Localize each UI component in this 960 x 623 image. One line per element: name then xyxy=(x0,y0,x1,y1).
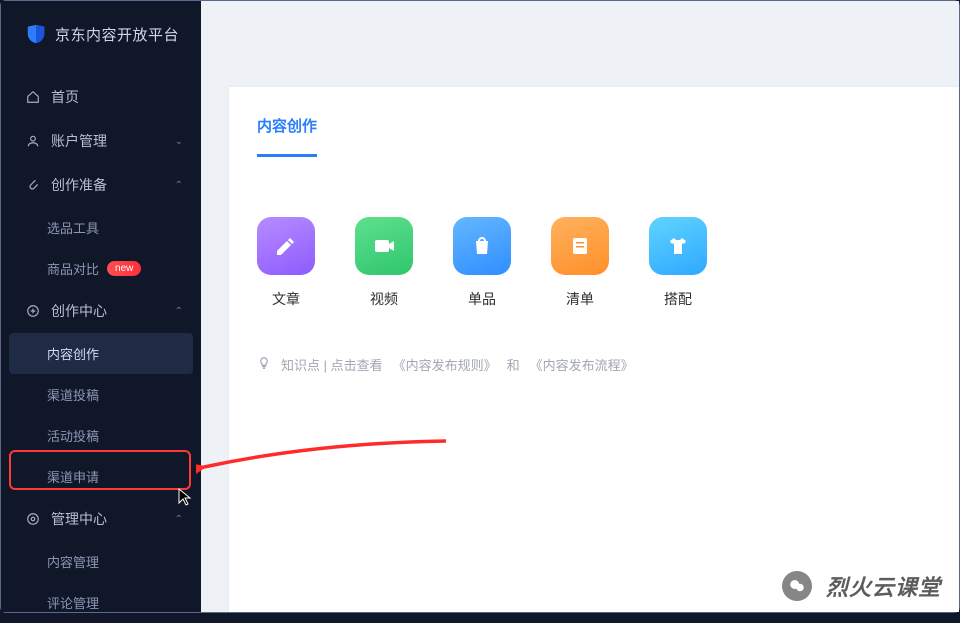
nav-create-activity-post[interactable]: 活动投稿 xyxy=(1,415,201,456)
wechat-icon xyxy=(782,571,812,601)
nav-account-label: 账户管理 xyxy=(51,131,107,151)
tile-list[interactable]: 清单 xyxy=(551,217,609,309)
tile-single-label: 单品 xyxy=(468,289,496,309)
clip-icon xyxy=(25,177,41,193)
nav-manage-content[interactable]: 内容管理 xyxy=(1,541,201,582)
nav-create-channel-post[interactable]: 渠道投稿 xyxy=(1,374,201,415)
video-icon xyxy=(355,217,413,275)
tile-single[interactable]: 单品 xyxy=(453,217,511,309)
nav-prep-tool-label: 选品工具 xyxy=(47,218,99,237)
chevron-up-icon: ⌃ xyxy=(175,180,183,191)
hint-link-flow[interactable]: 《内容发布流程》 xyxy=(530,355,634,374)
tile-article[interactable]: 文章 xyxy=(257,217,315,309)
nav-manage-comment-label: 评论管理 xyxy=(47,593,99,612)
content-card: 内容创作 文章 视频 单品 xyxy=(229,87,959,612)
nav-manage-comment[interactable]: 评论管理 xyxy=(1,582,201,623)
brand-logo: 京东内容开放平台 xyxy=(1,1,201,75)
brand-name: 京东内容开放平台 xyxy=(55,24,179,45)
nav-home-label: 首页 xyxy=(51,87,79,107)
nav-create-channel-apply-label: 渠道申请 xyxy=(47,467,99,486)
badge-new: new xyxy=(107,261,141,276)
brand-logo-icon xyxy=(25,23,47,45)
nav-create-channel-apply[interactable]: 渠道申请 xyxy=(1,456,201,497)
shirt-icon xyxy=(649,217,707,275)
nav-account[interactable]: 账户管理 ⌄ xyxy=(1,119,201,163)
nav-manage-label: 管理中心 xyxy=(51,509,107,529)
hint-mid: 和 xyxy=(507,355,520,374)
home-icon xyxy=(25,89,41,105)
nav-prep-label: 创作准备 xyxy=(51,175,107,195)
tab-row: 内容创作 xyxy=(229,87,959,157)
nav-home[interactable]: 首页 xyxy=(1,75,201,119)
hint-prefix: 知识点 | 点击查看 xyxy=(281,355,383,374)
bulb-icon xyxy=(257,356,271,373)
nav-manage[interactable]: 管理中心 ⌃ xyxy=(1,497,201,541)
nav-prep[interactable]: 创作准备 ⌃ xyxy=(1,163,201,207)
nav-prep-compare-label: 商品对比 xyxy=(47,259,99,278)
nav-create-content[interactable]: 内容创作 xyxy=(9,333,193,374)
nav-prep-tool[interactable]: 选品工具 xyxy=(1,207,201,248)
tab-content-create[interactable]: 内容创作 xyxy=(257,115,317,157)
chevron-up-icon: ⌃ xyxy=(175,306,183,317)
tile-row: 文章 视频 单品 清单 xyxy=(229,157,959,333)
nav-create-channel-post-label: 渠道投稿 xyxy=(47,385,99,404)
nav-create-label: 创作中心 xyxy=(51,301,107,321)
watermark-text: 烈火云课堂 xyxy=(826,570,941,602)
hint-link-rules[interactable]: 《内容发布规则》 xyxy=(393,355,497,374)
tile-video-label: 视频 xyxy=(370,289,398,309)
tile-outfit-label: 搭配 xyxy=(664,289,692,309)
tile-list-label: 清单 xyxy=(566,289,594,309)
tile-article-label: 文章 xyxy=(272,289,300,309)
chevron-up-icon: ⌃ xyxy=(175,514,183,525)
hint-row: 知识点 | 点击查看 《内容发布规则》 和 《内容发布流程》 xyxy=(229,333,959,396)
nav-manage-content-label: 内容管理 xyxy=(47,552,99,571)
user-icon xyxy=(25,133,41,149)
nav-create-content-label: 内容创作 xyxy=(47,344,99,363)
pencil-icon xyxy=(257,217,315,275)
watermark: 烈火云课堂 xyxy=(782,570,941,602)
nav-prep-compare[interactable]: 商品对比 new xyxy=(1,248,201,289)
list-icon xyxy=(551,217,609,275)
create-icon xyxy=(25,303,41,319)
bag-icon xyxy=(453,217,511,275)
nav-create[interactable]: 创作中心 ⌃ xyxy=(1,289,201,333)
sidebar-nav: 首页 账户管理 ⌄ 创作准备 ⌃ 选品工具 商品对比 new 创作中心 ⌃ 内容… xyxy=(1,75,201,623)
nav-create-activity-post-label: 活动投稿 xyxy=(47,426,99,445)
sidebar: 京东内容开放平台 首页 账户管理 ⌄ 创作准备 ⌃ 选品工具 商品对比 new … xyxy=(1,1,201,612)
manage-icon xyxy=(25,511,41,527)
tile-video[interactable]: 视频 xyxy=(355,217,413,309)
tab-label: 内容创作 xyxy=(257,118,317,135)
chevron-down-icon: ⌄ xyxy=(175,136,183,147)
main-area: 内容创作 文章 视频 单品 xyxy=(201,1,959,612)
tile-outfit[interactable]: 搭配 xyxy=(649,217,707,309)
